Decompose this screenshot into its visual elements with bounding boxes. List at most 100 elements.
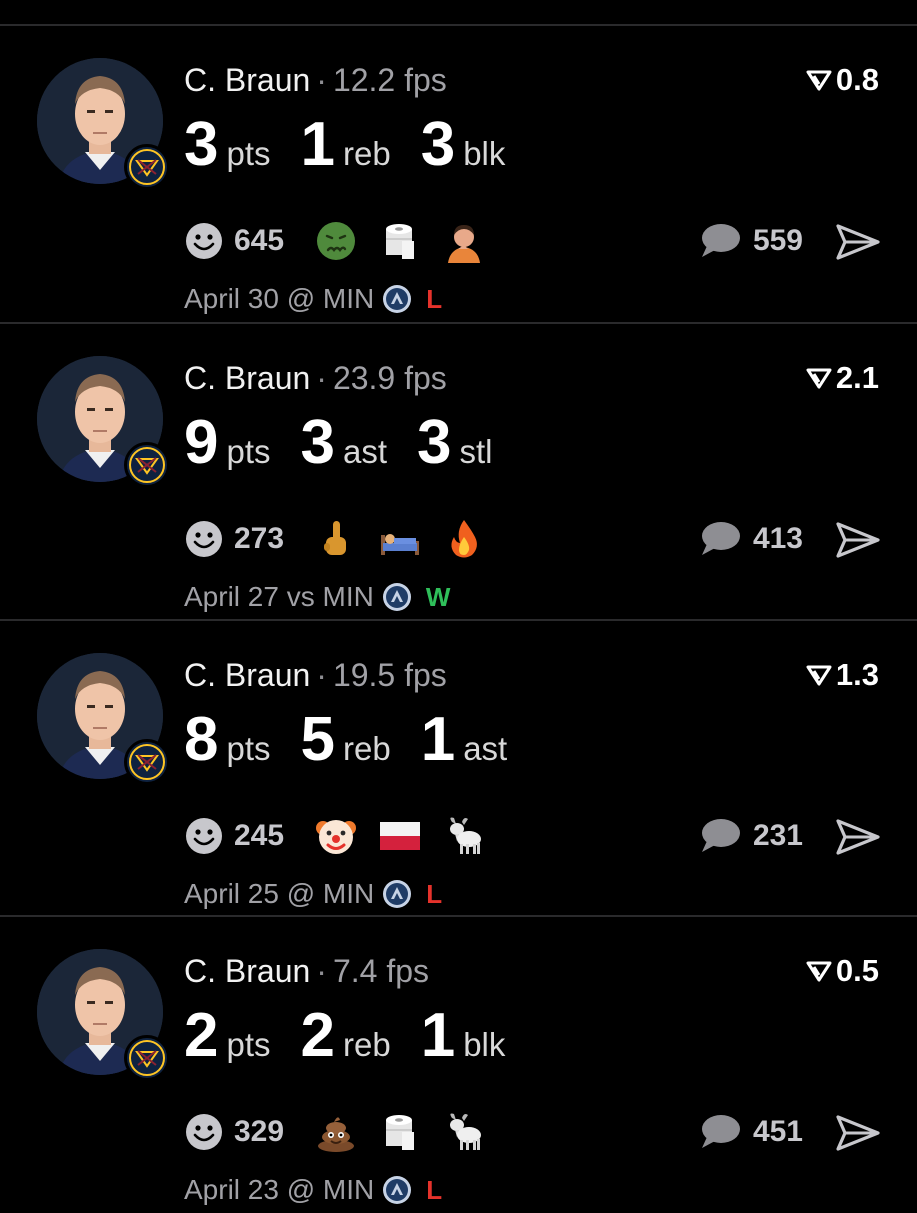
send-icon <box>836 819 880 855</box>
separator-dot: · <box>316 657 327 693</box>
fps-value: 23.9 fps <box>332 360 447 396</box>
stat-label: reb <box>343 135 391 172</box>
score-value: 0.8 <box>835 62 879 97</box>
comment-bubble-icon <box>701 522 740 555</box>
stat-label: blk <box>463 135 506 172</box>
stat-value: 1 <box>420 1001 456 1070</box>
player-header: C. Braun · 12.2 fps <box>184 60 447 100</box>
score-badge: 0.5 <box>806 951 879 991</box>
react-button[interactable]: 329 <box>184 1112 314 1152</box>
player-card[interactable]: C. Braun · 23.9 fps 2.1 9 pts 3 ast 3 stl <box>0 324 917 620</box>
stat-value: 3 <box>420 110 456 179</box>
stat-line: 3 pts 1 reb 3 blk <box>184 110 535 180</box>
stat: 8 pts <box>184 705 271 775</box>
player-header: C. Braun · 23.9 fps <box>184 358 447 398</box>
stat-label: blk <box>463 1026 506 1063</box>
stat-line: 8 pts 5 reb 1 ast <box>184 705 537 775</box>
comment-count: 451 <box>752 1115 803 1148</box>
fps-value: 7.4 fps <box>332 953 429 989</box>
game-date-opponent: April 30 @ MIN <box>184 283 375 314</box>
score-icon <box>806 368 832 389</box>
game-date-opponent: April 27 vs MIN <box>184 581 374 612</box>
score-value: 0.5 <box>835 953 879 988</box>
score-icon <box>806 70 832 91</box>
stat-label: pts <box>226 1026 271 1063</box>
share-button[interactable] <box>835 817 881 857</box>
comments-button[interactable]: 451 <box>699 1110 803 1154</box>
game-info[interactable]: April 25 @ MIN L <box>184 874 442 914</box>
react-button[interactable]: 645 <box>184 221 314 261</box>
stat: 3 stl <box>417 408 492 478</box>
goat-icon[interactable] <box>442 814 486 858</box>
player-name[interactable]: C. Braun <box>184 657 310 693</box>
player-name[interactable]: C. Braun <box>184 360 310 396</box>
stat-label: ast <box>343 433 388 470</box>
player-card[interactable]: C. Braun·7.4 fps 0.5 2 pts 2reb 1blk <box>0 917 917 1213</box>
flag-poland-icon[interactable] <box>378 814 422 858</box>
toilet-paper-icon[interactable] <box>378 1110 422 1154</box>
comments-button[interactable]: 559 <box>699 219 803 263</box>
share-button[interactable] <box>835 222 881 262</box>
game-date-opponent: April 23 @ MIN <box>184 1174 375 1205</box>
reaction-count: 245 <box>234 819 285 852</box>
stat-value: 5 <box>300 705 335 774</box>
stat-line: 9 pts 3 ast 3 stl <box>184 408 523 478</box>
nauseated-face-icon[interactable] <box>314 219 358 263</box>
comments-button[interactable]: 413 <box>699 517 803 561</box>
player-card[interactable]: C. Braun · 19.5 fps 1.3 8 pts 5 reb 1 ast <box>0 621 917 917</box>
stat: 3 blk <box>421 110 506 180</box>
person-hand-on-chin-icon[interactable] <box>442 219 486 263</box>
separator-dot: · <box>316 953 327 989</box>
comment-bubble-icon <box>701 1115 740 1148</box>
game-result: L <box>426 283 443 314</box>
react-button[interactable]: 245 <box>184 816 314 856</box>
stat: 1 reb <box>301 110 391 180</box>
player-name[interactable]: C. Braun <box>184 62 310 98</box>
middle-finger-icon[interactable] <box>314 517 358 561</box>
score-badge: 2.1 <box>806 358 879 398</box>
fire-icon[interactable] <box>442 517 486 561</box>
comment-count: 559 <box>752 224 803 257</box>
score-badge: 0.8 <box>806 60 879 100</box>
stat-value: 2 <box>300 1001 335 1070</box>
stat: 3 pts <box>184 110 271 180</box>
comments-button[interactable]: 231 <box>699 814 803 858</box>
player-name[interactable]: C. Braun <box>184 953 310 989</box>
stat-label: ast <box>463 730 508 767</box>
opponent-logo-icon <box>382 582 412 612</box>
opponent-logo-icon <box>382 1175 412 1205</box>
goat-icon[interactable] <box>442 1110 486 1154</box>
player-card[interactable]: C. Braun · 12.2 fps 0.8 3 pts 1 reb 3 blk <box>0 26 917 322</box>
score-icon <box>806 665 832 686</box>
comment-bubble-icon <box>701 819 740 852</box>
stat-label: pts <box>226 135 271 172</box>
stat-value: 3 <box>417 408 452 477</box>
stat-label: reb <box>343 730 391 767</box>
pile-of-poo-icon[interactable] <box>314 1110 358 1154</box>
stat-value: 3 <box>300 408 335 477</box>
game-info[interactable]: April 27 vs MIN W <box>184 577 450 617</box>
game-info[interactable]: April 30 @ MIN L <box>184 279 442 319</box>
send-icon <box>836 224 880 260</box>
toilet-paper-icon[interactable] <box>378 219 422 263</box>
share-button[interactable] <box>835 520 881 560</box>
clown-face-icon[interactable] <box>314 814 358 858</box>
smiley-icon <box>186 818 222 854</box>
stat: 9 pts <box>184 408 271 478</box>
fps-value: 12.2 fps <box>332 62 447 98</box>
stat: 1 ast <box>421 705 508 775</box>
stat-value: 9 <box>184 408 219 477</box>
stat: 2 reb <box>301 1001 391 1071</box>
person-in-bed-icon[interactable] <box>378 517 422 561</box>
reaction-count: 645 <box>234 224 285 257</box>
reaction-bar: 273 <box>184 517 506 561</box>
react-button[interactable]: 273 <box>184 519 314 559</box>
share-button[interactable] <box>835 1113 881 1153</box>
player-header: C. Braun · 19.5 fps <box>184 655 447 695</box>
smiley-icon <box>186 521 222 557</box>
stat-line: 2 pts 2 reb 1 blk <box>184 1001 535 1071</box>
comment-count: 231 <box>752 819 803 852</box>
game-info[interactable]: April 23 @ MIN L <box>184 1170 442 1210</box>
game-result: W <box>425 581 451 612</box>
stat-label: stl <box>459 433 493 470</box>
